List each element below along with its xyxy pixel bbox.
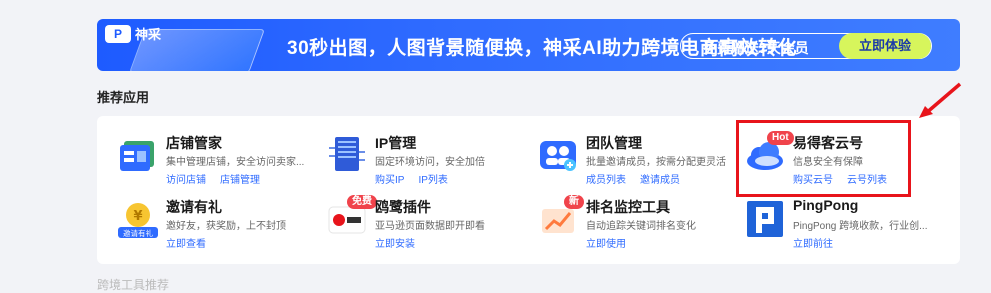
- reward-icon-label: 邀请有礼: [123, 228, 153, 238]
- app-name: 店铺管家: [166, 135, 222, 151]
- app-name: IP管理: [375, 135, 417, 151]
- member-list-link[interactable]: 成员列表: [586, 175, 626, 186]
- buy-ip-link[interactable]: 购买IP: [375, 175, 404, 186]
- offer-text: 免费赠送7天会员: [703, 40, 809, 56]
- app-desc: PingPong 跨境收款，行业创...: [793, 221, 928, 232]
- svg-text:¥: ¥: [133, 209, 142, 224]
- new-badge: 新: [564, 195, 584, 209]
- app-card-invite-reward[interactable]: ¥ 邀请有礼 邀请有礼 邀好友，获奖励，上不封顶 立即查看: [118, 197, 318, 257]
- offer-pill[interactable]: 免费赠送7天会员 立即体验: [680, 33, 932, 59]
- app-desc: 批量邀请成员，按需分配更灵活: [586, 157, 726, 168]
- app-desc: 邀好友，获奖励，上不封顶: [166, 221, 286, 232]
- store-manage-link[interactable]: 店铺管理: [220, 175, 260, 186]
- pingpong-logo-icon: [747, 201, 783, 237]
- app-card-team-manager[interactable]: 团队管理 批量邀请成员，按需分配更灵活 成员列表 邀请成员: [538, 133, 738, 193]
- app-name: PingPong: [793, 197, 859, 213]
- app-card-rank-monitor[interactable]: 新 排名监控工具 自动追踪关键词排名变化 立即使用: [538, 195, 738, 257]
- ip-list-link[interactable]: IP列表: [418, 175, 447, 186]
- app-desc: 亚马逊页面数据即开即看: [375, 221, 485, 232]
- brand-logo-icon: P: [105, 25, 131, 43]
- highlight-box: [736, 120, 911, 197]
- coin-reward-icon: ¥ 邀请有礼: [118, 203, 158, 238]
- app-desc: 固定环境访问，安全加倍: [375, 157, 485, 168]
- app-card-store-manager[interactable]: 店铺管家 集中管理店铺，安全访问卖家... 访问店铺 店铺管理: [118, 133, 318, 193]
- go-now-link[interactable]: 立即前往: [793, 239, 833, 250]
- promo-banner[interactable]: P 神采 30秒出图，人图背景随便换，神采AI助力跨境电商高效转化 免费赠送7天…: [97, 19, 960, 71]
- install-now-link[interactable]: 立即安装: [375, 239, 415, 250]
- app-name: 鸥鹭插件: [375, 199, 431, 215]
- brand-name: 神采: [135, 27, 162, 42]
- app-name: 团队管理: [586, 135, 642, 151]
- red-arrow-icon: [919, 82, 962, 118]
- app-name: 排名监控工具: [586, 199, 670, 215]
- section-title: 推荐应用: [97, 90, 150, 105]
- app-card-ip-manager[interactable]: IP管理 固定环境访问，安全加倍 购买IP IP列表: [327, 133, 527, 193]
- server-icon: [329, 137, 365, 171]
- app-desc: 自动追踪关键词排名变化: [586, 221, 696, 232]
- app-card-ollu-plugin[interactable]: 免费 鸥鹭插件 亚马逊页面数据即开即看 立即安装: [327, 195, 527, 257]
- invite-member-link[interactable]: 邀请成员: [640, 175, 680, 186]
- visit-store-link[interactable]: 访问店铺: [166, 175, 206, 186]
- app-card-pingpong[interactable]: PingPong PingPong 跨境收款，行业创... 立即前往: [745, 197, 945, 257]
- use-now-link[interactable]: 立即使用: [586, 239, 626, 250]
- free-badge: 免费: [347, 195, 377, 209]
- app-desc: 集中管理店铺，安全访问卖家...: [166, 157, 305, 168]
- view-now-link[interactable]: 立即查看: [166, 239, 206, 250]
- try-now-button[interactable]: 立即体验: [839, 33, 931, 59]
- app-name: 邀请有礼: [166, 199, 222, 215]
- team-icon: [540, 141, 576, 171]
- store-window-icon: [120, 141, 154, 171]
